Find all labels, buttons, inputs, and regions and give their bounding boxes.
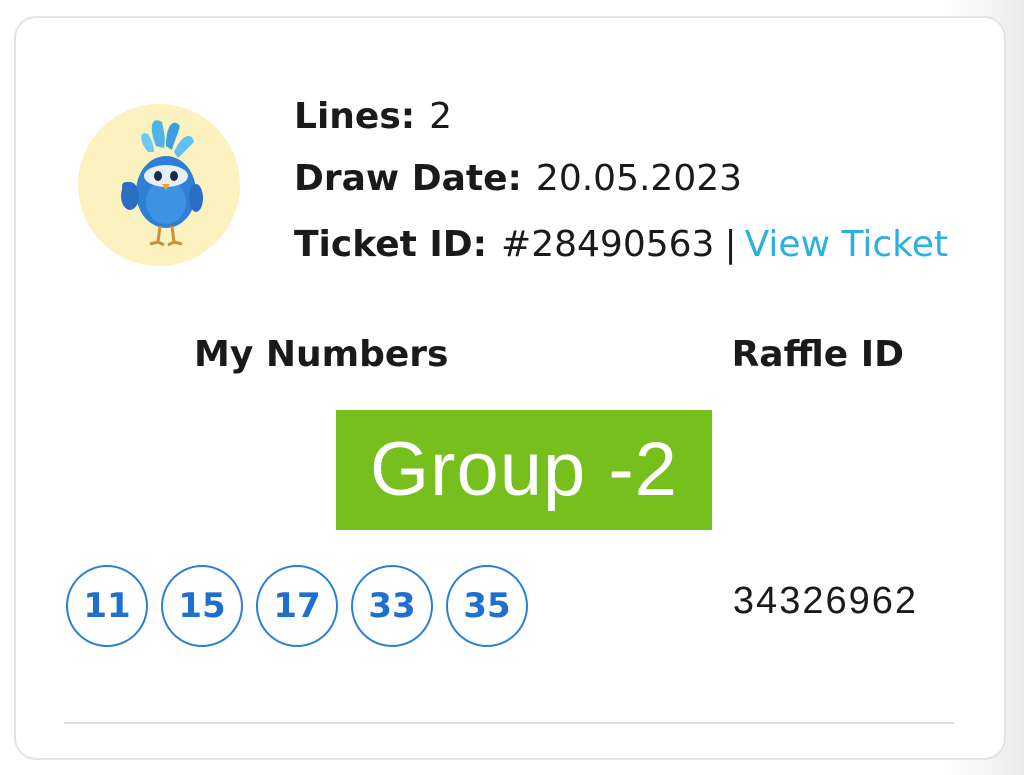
- group-banner: Group -2: [336, 410, 712, 530]
- draw-date-label: Draw Date:: [294, 158, 522, 199]
- ticket-id-label: Ticket ID:: [294, 224, 488, 265]
- separator: |: [724, 224, 737, 265]
- number-ball: 33: [351, 565, 433, 647]
- number-ball: 11: [66, 565, 148, 647]
- number-ball: 17: [256, 565, 338, 647]
- raffle-id-value: 34326962: [732, 580, 918, 622]
- draw-date-row: Draw Date: 20.05.2023: [294, 158, 742, 199]
- number-ball: 15: [161, 565, 243, 647]
- draw-date-value: 20.05.2023: [535, 158, 743, 199]
- ticket-card: Lines: 2 Draw Date: 20.05.2023 Ticket ID: #…: [14, 16, 1006, 760]
- bird-mascot-icon: [78, 104, 240, 266]
- number-balls: 11 15 17 33 35: [66, 565, 528, 647]
- number-ball: 35: [446, 565, 528, 647]
- my-numbers-heading: My Numbers: [194, 334, 449, 375]
- ticket-id-row: Ticket ID: #28490563 | View Ticket: [294, 224, 948, 265]
- ticket-id-value: #28490563: [501, 224, 715, 265]
- page: Lines: 2 Draw Date: 20.05.2023 Ticket ID: #…: [0, 0, 1024, 775]
- lines-label: Lines:: [294, 96, 416, 137]
- raffle-id-heading: Raffle ID: [731, 334, 904, 375]
- lines-value: 2: [429, 96, 453, 137]
- divider: [64, 722, 954, 724]
- lines-row: Lines: 2: [294, 96, 452, 137]
- view-ticket-link[interactable]: View Ticket: [745, 224, 948, 265]
